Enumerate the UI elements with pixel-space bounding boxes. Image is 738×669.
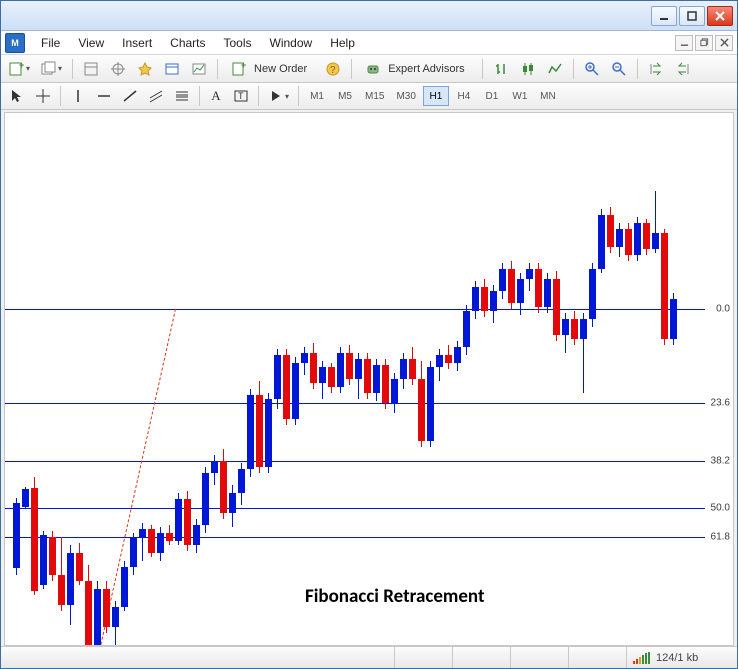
signal-icon	[633, 652, 650, 664]
fib-label-38.2: 38.2	[710, 456, 731, 467]
terminal-button[interactable]	[160, 58, 184, 80]
timeframe-d1[interactable]: D1	[479, 86, 505, 106]
timeframe-m1[interactable]: M1	[304, 86, 330, 106]
menu-tools[interactable]: Tools	[216, 33, 260, 53]
profiles-button[interactable]: ▾	[37, 58, 66, 80]
connection-status: 124/1 kb	[627, 647, 737, 668]
new-order-label: New Order	[250, 63, 311, 75]
drawing-toolbar: A T ▾ M1 M5 M15 M30 H1 H4 D1 W1 MN	[1, 83, 737, 110]
menu-bar: M File View Insert Charts Tools Window H…	[1, 31, 737, 55]
chart-canvas[interactable]: Fibonacci Retracement 0.0 23.6 38.2 50.0 61.…	[4, 112, 734, 646]
channel-button[interactable]	[144, 85, 168, 107]
app-window: M File View Insert Charts Tools Window H…	[0, 0, 738, 669]
menu-help[interactable]: Help	[322, 33, 363, 53]
app-icon: M	[5, 33, 25, 53]
strategy-tester-button[interactable]	[187, 58, 211, 80]
menu-window[interactable]: Window	[262, 33, 321, 53]
trendline-button[interactable]	[118, 85, 142, 107]
mdi-minimize-button[interactable]	[675, 35, 693, 51]
title-bar	[1, 1, 737, 31]
status-cell-1	[395, 647, 453, 668]
fibonacci-button[interactable]	[170, 85, 194, 107]
auto-scroll-button[interactable]	[644, 58, 668, 80]
fib-line-0.0	[5, 309, 705, 310]
timeframe-m15[interactable]: M15	[360, 86, 389, 106]
fib-line-23.6	[5, 403, 705, 404]
svg-text:T: T	[238, 91, 244, 101]
shapes-button[interactable]: ▾	[264, 85, 293, 107]
data-window-button[interactable]	[133, 58, 157, 80]
mdi-close-button[interactable]	[715, 35, 733, 51]
cursor-button[interactable]	[5, 85, 29, 107]
fib-label-23.6: 23.6	[710, 398, 731, 409]
horizontal-line-button[interactable]	[92, 85, 116, 107]
menu-charts[interactable]: Charts	[162, 33, 213, 53]
expert-advisors-label: Expert Advisors	[384, 63, 468, 75]
text-button[interactable]: A	[205, 85, 227, 107]
timeframe-h1[interactable]: H1	[423, 86, 449, 106]
main-toolbar: +▾ ▾ + New Order ? Expert Advisors	[1, 55, 737, 83]
fib-line-38.2	[5, 461, 705, 462]
timeframe-mn[interactable]: MN	[535, 86, 561, 106]
vertical-line-button[interactable]	[66, 85, 90, 107]
bar-chart-button[interactable]	[489, 58, 513, 80]
svg-text:?: ?	[330, 65, 336, 76]
crosshair-button[interactable]	[31, 85, 55, 107]
text-label-button[interactable]: T	[229, 85, 253, 107]
close-button[interactable]	[707, 6, 733, 26]
mdi-controls	[675, 35, 733, 51]
fib-label-0.0: 0.0	[715, 304, 731, 315]
fib-label-50.0: 50.0	[710, 503, 731, 514]
menu-insert[interactable]: Insert	[114, 33, 160, 53]
timeframe-m5[interactable]: M5	[332, 86, 358, 106]
minimize-button[interactable]	[651, 6, 677, 26]
timeframe-m30[interactable]: M30	[391, 86, 420, 106]
metaquotes-button[interactable]: ?	[321, 58, 345, 80]
status-cell-2	[453, 647, 511, 668]
status-cell-4	[569, 647, 627, 668]
chart-shift-button[interactable]	[671, 58, 695, 80]
zoom-in-button[interactable]	[580, 58, 604, 80]
maximize-button[interactable]	[679, 6, 705, 26]
status-bar: 124/1 kb	[1, 646, 737, 668]
new-order-button[interactable]: + New Order	[224, 58, 318, 80]
network-text: 124/1 kb	[656, 652, 698, 664]
status-cell-3	[511, 647, 569, 668]
market-watch-button[interactable]	[79, 58, 103, 80]
fib-line-50.0	[5, 508, 705, 509]
candlestick-button[interactable]	[516, 58, 540, 80]
timeframe-h4[interactable]: H4	[451, 86, 477, 106]
menu-view[interactable]: View	[70, 33, 112, 53]
chart-annotation: Fibonacci Retracement	[305, 585, 485, 608]
navigator-button[interactable]	[106, 58, 130, 80]
new-chart-button[interactable]: +▾	[5, 58, 34, 80]
zoom-out-button[interactable]	[607, 58, 631, 80]
status-message	[1, 647, 395, 668]
fib-label-61.8: 61.8	[710, 532, 731, 543]
line-chart-button[interactable]	[543, 58, 567, 80]
menu-file[interactable]: File	[33, 33, 68, 53]
svg-text:+: +	[19, 61, 24, 70]
svg-text:+: +	[241, 61, 246, 70]
timeframe-w1[interactable]: W1	[507, 86, 533, 106]
expert-advisors-button[interactable]: Expert Advisors	[358, 58, 475, 80]
mdi-restore-button[interactable]	[695, 35, 713, 51]
fib-line-61.8	[5, 537, 705, 538]
